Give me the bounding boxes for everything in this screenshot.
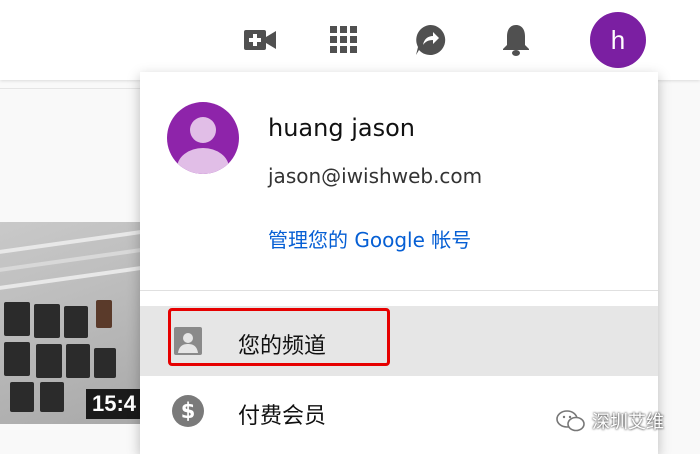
manage-account-link[interactable]: 管理您的 Google 帐号 [268, 224, 471, 253]
svg-text:$: $ [181, 399, 196, 423]
video-camera-icon[interactable] [240, 20, 280, 60]
dollar-icon: $ [170, 393, 206, 429]
video-duration-badge: 15:4 [86, 389, 143, 419]
apps-grid-icon[interactable] [324, 20, 364, 60]
user-name: huang jason [268, 114, 415, 142]
masthead: h [0, 0, 700, 80]
watermark: 深圳艾维 [556, 408, 664, 434]
user-email: jason@iwishweb.com [268, 164, 483, 188]
avatar-letter: h [610, 24, 626, 55]
account-menu-header: huang jason jason@iwishweb.com 管理您的 Goog… [140, 72, 658, 291]
menu-item-label: 付费会员 [238, 404, 327, 429]
wechat-icon [556, 410, 585, 432]
profile-avatar [167, 102, 239, 174]
watermark-text: 深圳艾维 [592, 412, 664, 433]
account-menu: huang jason jason@iwishweb.com 管理您的 Goog… [140, 72, 658, 454]
account-avatar-button[interactable]: h [590, 12, 646, 68]
person-icon [170, 323, 206, 359]
menu-item-your-channel[interactable]: 您的频道 [140, 306, 658, 376]
menu-item-label: 您的频道 [238, 334, 327, 359]
divider [0, 88, 140, 89]
share-icon[interactable] [410, 20, 450, 60]
bell-icon[interactable] [496, 20, 536, 60]
